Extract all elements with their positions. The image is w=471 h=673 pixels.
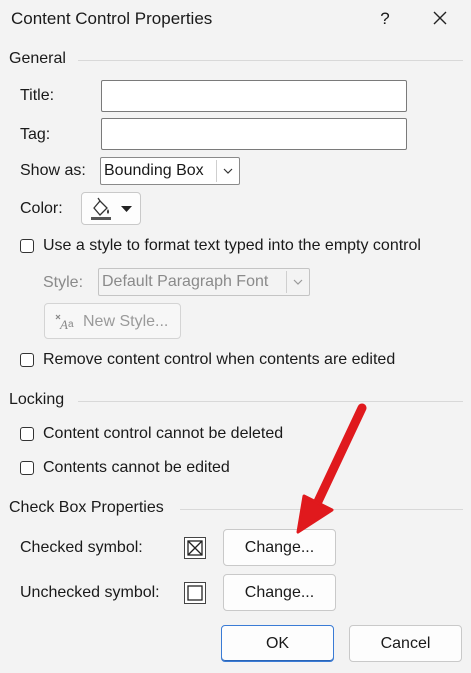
title-label: Title: [20,87,55,104]
color-label: Color: [20,200,63,217]
ok-button[interactable]: OK [221,625,334,662]
title-bar: Content Control Properties ? [0,0,471,38]
remove-control-label: Remove content control when contents are… [43,351,396,368]
cannot-edit-checkbox[interactable] [20,461,34,475]
paint-bucket-icon [91,197,111,220]
unchecked-symbol-preview [184,582,206,604]
new-style-icon: A a [55,314,74,331]
chevron-down-icon [216,160,239,182]
cancel-button[interactable]: Cancel [349,625,462,662]
tag-label: Tag: [20,126,51,143]
color-picker-button[interactable] [81,192,141,225]
checkbox-props-heading: Check Box Properties [9,499,164,516]
general-heading: General [9,50,66,67]
new-style-label: New Style... [83,313,169,330]
annotation-arrow [296,403,367,534]
use-style-checkbox[interactable] [20,239,34,253]
change-unchecked-symbol-button[interactable]: Change... [223,574,336,611]
svg-text:A: A [59,317,68,331]
remove-control-checkbox[interactable] [20,353,34,367]
unchecked-box-icon [187,585,203,601]
showas-label: Show as: [20,162,86,179]
title-input[interactable] [101,80,407,112]
showas-value: Bounding Box [104,162,204,179]
new-style-button[interactable]: A a New Style... [44,303,181,339]
checked-box-icon [187,540,203,556]
window-title: Content Control Properties [11,9,213,28]
cannot-edit-label: Contents cannot be edited [43,459,230,476]
checked-symbol-label: Checked symbol: [20,539,143,556]
locking-heading: Locking [9,391,65,408]
chevron-down-icon [286,271,309,293]
use-style-label: Use a style to format text typed into th… [43,237,421,254]
help-button[interactable]: ? [372,6,398,32]
close-icon [433,11,447,25]
general-divider [78,60,463,61]
tag-input[interactable] [101,118,407,150]
style-label: Style: [43,274,84,291]
style-value: Default Paragraph Font [102,273,269,290]
svg-text:a: a [68,319,74,330]
unchecked-symbol-label: Unchecked symbol: [20,584,160,601]
cannot-delete-checkbox[interactable] [20,427,34,441]
showas-dropdown[interactable]: Bounding Box [100,157,240,185]
close-button[interactable] [426,6,454,32]
checked-symbol-preview [184,537,206,559]
style-dropdown[interactable]: Default Paragraph Font [98,268,310,296]
dropdown-arrow-icon [121,206,132,212]
locking-divider [78,401,463,402]
cannot-delete-label: Content control cannot be deleted [43,425,284,442]
